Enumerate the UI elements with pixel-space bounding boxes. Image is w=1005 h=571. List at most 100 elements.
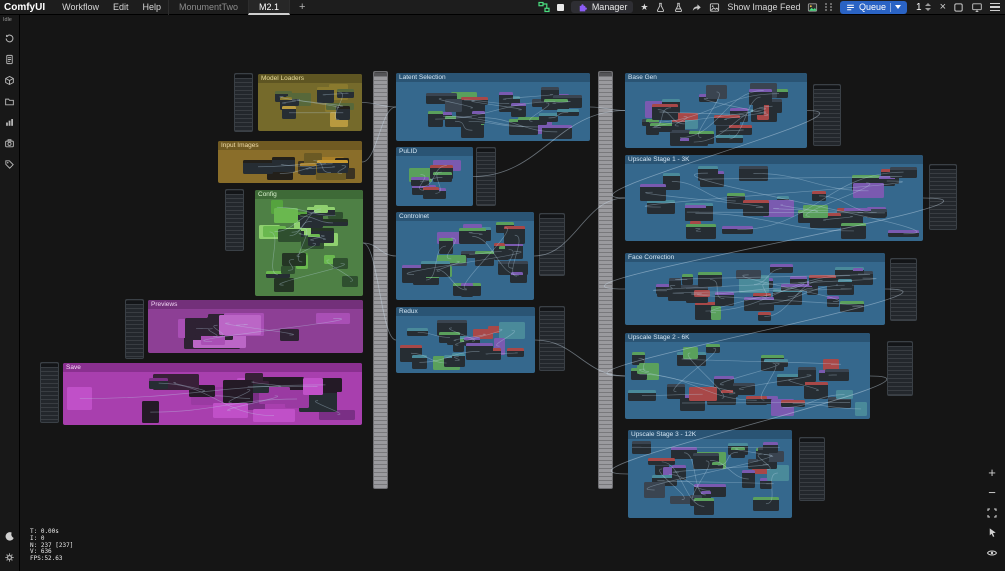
- image-feed-label[interactable]: Show Image Feed: [727, 2, 800, 12]
- node[interactable]: [763, 359, 788, 368]
- node[interactable]: [461, 96, 488, 105]
- node[interactable]: [681, 274, 693, 285]
- settings-button[interactable]: [4, 552, 15, 563]
- sidebar-item-tags[interactable]: [4, 159, 15, 170]
- node[interactable]: [738, 165, 768, 182]
- stop-button[interactable]: [556, 3, 564, 11]
- node[interactable]: [316, 160, 348, 174]
- node[interactable]: [852, 267, 864, 281]
- node[interactable]: [420, 261, 451, 278]
- node[interactable]: [698, 271, 722, 288]
- group[interactable]: Model Loaders: [258, 74, 362, 131]
- monitor-button[interactable]: [971, 2, 983, 13]
- node[interactable]: [716, 135, 743, 143]
- zoom-out-button[interactable]: −: [985, 486, 999, 499]
- node[interactable]: [721, 225, 753, 234]
- node[interactable]: [542, 124, 573, 139]
- sidebar-item-gallery[interactable]: [4, 138, 15, 149]
- node[interactable]: [646, 199, 675, 215]
- queue-button[interactable]: Queue: [839, 0, 907, 14]
- node[interactable]: [735, 270, 762, 280]
- spinner-up-icon[interactable]: [924, 3, 931, 6]
- node[interactable]: [773, 288, 803, 305]
- node[interactable]: [697, 165, 718, 181]
- fit-view-button[interactable]: [985, 506, 999, 519]
- node[interactable]: [826, 295, 839, 308]
- node[interactable]: [314, 204, 328, 213]
- node[interactable]: [300, 214, 324, 229]
- node[interactable]: [758, 311, 771, 322]
- sidebar-item-history[interactable]: [4, 33, 15, 44]
- node[interactable]: [855, 401, 867, 416]
- panel-node[interactable]: [125, 299, 144, 359]
- group[interactable]: Controlnet: [396, 212, 534, 300]
- node[interactable]: [743, 199, 769, 216]
- node[interactable]: [452, 352, 466, 361]
- batch-count-input[interactable]: 1: [914, 2, 933, 13]
- batch-spinner[interactable]: [924, 3, 931, 11]
- node[interactable]: [843, 208, 872, 217]
- node[interactable]: [141, 401, 159, 423]
- panel-node[interactable]: [890, 258, 917, 321]
- node[interactable]: [841, 222, 867, 239]
- node[interactable]: [439, 238, 453, 254]
- node[interactable]: [511, 102, 526, 118]
- theme-toggle-button[interactable]: [4, 531, 15, 542]
- panel-node[interactable]: [476, 147, 496, 206]
- group[interactable]: Face Correction: [625, 253, 885, 325]
- node[interactable]: [504, 226, 526, 245]
- node[interactable]: [411, 355, 428, 370]
- node[interactable]: [650, 123, 672, 132]
- panel-node[interactable]: [373, 71, 388, 489]
- node[interactable]: [465, 342, 494, 360]
- node[interactable]: [694, 497, 715, 516]
- node[interactable]: [781, 284, 812, 292]
- group[interactable]: Redux: [396, 307, 535, 373]
- node[interactable]: [149, 377, 169, 389]
- toggle-visibility-button[interactable]: [985, 546, 999, 559]
- node[interactable]: [337, 88, 354, 98]
- node[interactable]: [439, 331, 461, 344]
- node[interactable]: [342, 275, 358, 288]
- node[interactable]: [648, 458, 676, 466]
- clear-queue-button[interactable]: ×: [940, 1, 946, 13]
- frame-button[interactable]: [953, 2, 964, 13]
- menu-workflow[interactable]: Workflow: [55, 0, 106, 15]
- graph-toggle-button[interactable]: [538, 1, 550, 13]
- node[interactable]: [889, 166, 918, 178]
- group[interactable]: Upscale Stage 1 - 3K: [625, 155, 923, 241]
- node[interactable]: [67, 386, 93, 411]
- group[interactable]: Config: [255, 190, 363, 296]
- node[interactable]: [693, 289, 710, 298]
- menu-help[interactable]: Help: [135, 0, 168, 15]
- node[interactable]: [307, 234, 320, 247]
- node[interactable]: [663, 172, 681, 191]
- group[interactable]: Previews: [148, 300, 363, 353]
- sidebar-item-notes[interactable]: [4, 54, 15, 65]
- node[interactable]: [300, 162, 317, 176]
- node[interactable]: [684, 205, 707, 222]
- node[interactable]: [746, 395, 768, 405]
- node[interactable]: [688, 387, 717, 402]
- node[interactable]: [688, 131, 714, 144]
- node[interactable]: [770, 264, 794, 273]
- node[interactable]: [460, 283, 473, 297]
- node[interactable]: [316, 87, 335, 103]
- node[interactable]: [853, 183, 884, 199]
- canvas[interactable]: Model Loaders Input Images Config Previews S…: [20, 15, 1005, 571]
- node[interactable]: [274, 208, 299, 223]
- node[interactable]: [668, 277, 682, 294]
- node[interactable]: [222, 380, 254, 403]
- node[interactable]: [506, 348, 524, 358]
- flask-button[interactable]: [655, 2, 666, 13]
- group[interactable]: Save: [63, 363, 362, 425]
- node[interactable]: [336, 105, 351, 120]
- select-mode-button[interactable]: [985, 526, 999, 539]
- node[interactable]: [644, 481, 665, 499]
- node[interactable]: [316, 313, 351, 324]
- node[interactable]: [213, 403, 248, 419]
- panel-node[interactable]: [887, 341, 913, 396]
- node[interactable]: [705, 343, 721, 353]
- node[interactable]: [637, 364, 654, 374]
- node[interactable]: [835, 389, 854, 400]
